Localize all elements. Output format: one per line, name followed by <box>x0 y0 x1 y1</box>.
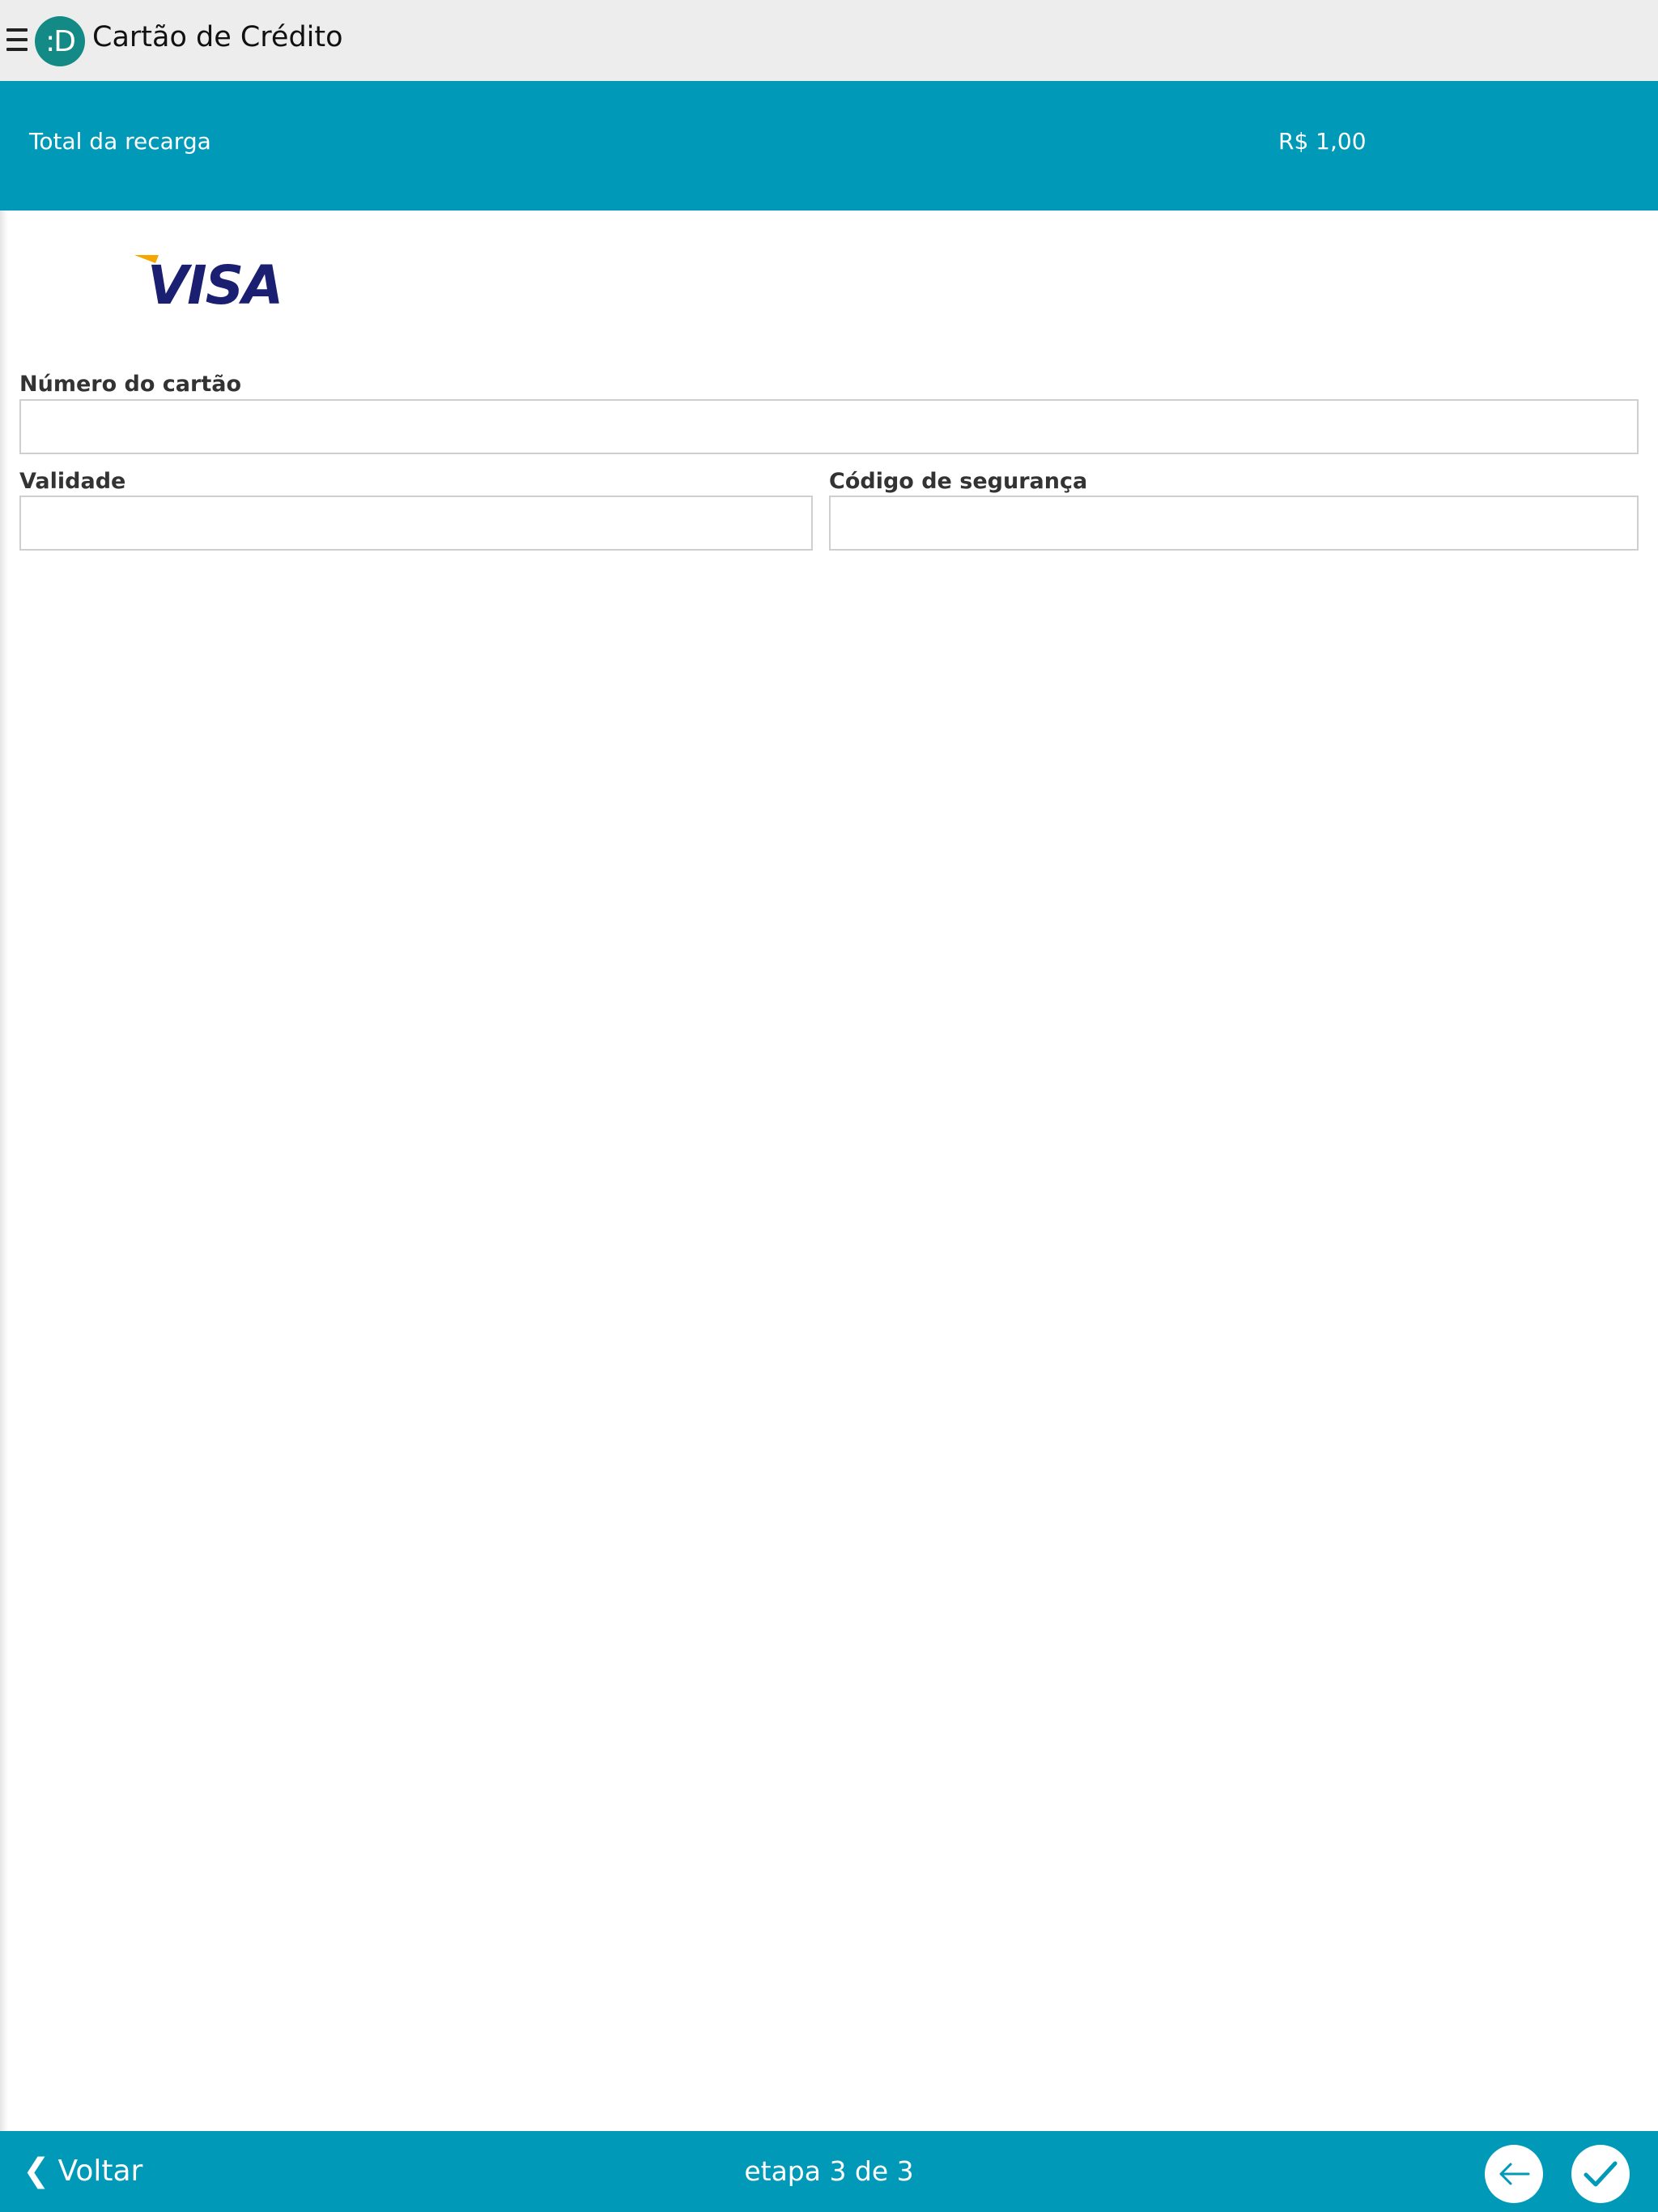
security-code-input[interactable] <box>829 496 1639 551</box>
confirm-button[interactable] <box>1571 2145 1630 2203</box>
previous-step-button[interactable] <box>1485 2145 1543 2203</box>
app-logo: :D <box>35 16 85 66</box>
recharge-summary-bar: Total da recarga R$ 1,00 <box>0 81 1658 211</box>
top-app-bar: :D Cartão de Crédito <box>0 0 1658 81</box>
expiry-label: Validade <box>19 469 126 494</box>
total-value: R$ 1,00 <box>1278 128 1367 155</box>
card-number-label: Número do cartão <box>19 372 242 397</box>
visa-logo: VISA <box>134 254 283 305</box>
hamburger-menu-icon[interactable] <box>6 28 28 51</box>
bottom-navigation-bar: ❮ Voltar etapa 3 de 3 <box>0 2131 1658 2212</box>
card-number-input[interactable] <box>19 399 1639 454</box>
security-code-label: Código de segurança <box>829 469 1088 494</box>
page-title: Cartão de Crédito <box>92 21 343 53</box>
expiry-input[interactable] <box>19 496 813 551</box>
arrow-left-icon <box>1499 2163 1530 2185</box>
left-edge-shadow <box>0 81 8 2131</box>
checkmark-icon <box>1584 2161 1618 2187</box>
total-label: Total da recarga <box>29 128 211 155</box>
step-indicator: etapa 3 de 3 <box>744 2155 914 2187</box>
svg-text:VISA: VISA <box>147 254 282 305</box>
